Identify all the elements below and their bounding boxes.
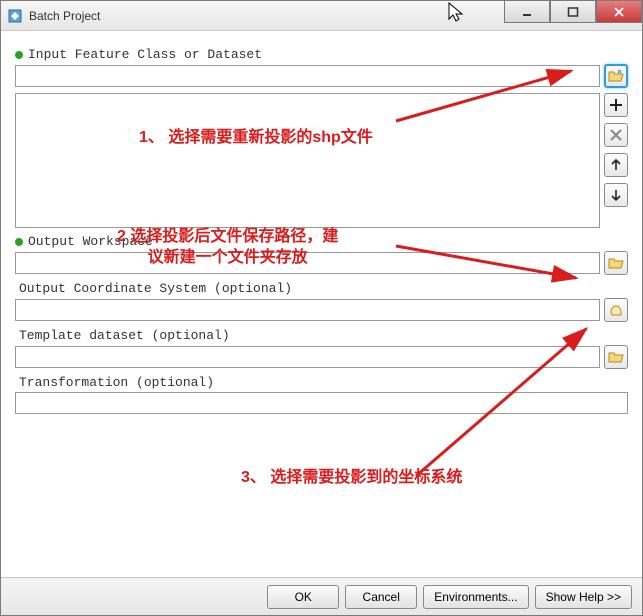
cancel-button[interactable]: Cancel <box>345 585 417 609</box>
out-crs-field[interactable] <box>15 299 600 321</box>
arrow-down-icon <box>608 187 624 203</box>
transformation-label-row: Transformation (optional) <box>19 375 628 390</box>
show-help-button[interactable]: Show Help >> <box>535 585 632 609</box>
transformation-label: Transformation (optional) <box>19 375 214 390</box>
output-ws-label-row: Output Workspace <box>15 234 628 249</box>
move-down-button[interactable] <box>604 183 628 207</box>
folder-open-icon <box>608 68 624 84</box>
browse-output-ws-button[interactable] <box>604 251 628 275</box>
input-label-row: Input Feature Class or Dataset <box>15 47 628 62</box>
input-label: Input Feature Class or Dataset <box>28 47 262 62</box>
input-path-field[interactable] <box>15 65 600 87</box>
minimize-button[interactable] <box>504 1 550 23</box>
move-up-button[interactable] <box>604 153 628 177</box>
out-crs-label-row: Output Coordinate System (optional) <box>19 281 628 296</box>
out-crs-label: Output Coordinate System (optional) <box>19 281 292 296</box>
arrow-up-icon <box>608 157 624 173</box>
annotation-3: 3、 选择需要投影到的坐标系统 <box>241 467 462 489</box>
close-button[interactable] <box>596 1 642 23</box>
output-ws-field[interactable] <box>15 252 600 274</box>
window-title: Batch Project <box>29 9 100 23</box>
browse-template-button[interactable] <box>604 345 628 369</box>
titlebar: Batch Project <box>1 1 642 31</box>
dialog-content: Input Feature Class or Dataset <box>1 31 642 577</box>
ok-button[interactable]: OK <box>267 585 339 609</box>
browse-input-button[interactable] <box>604 64 628 88</box>
environments-button[interactable]: Environments... <box>423 585 528 609</box>
app-icon <box>7 8 23 24</box>
cross-icon <box>608 127 624 143</box>
button-bar: OK Cancel Environments... Show Help >> <box>1 577 642 615</box>
add-item-button[interactable] <box>604 93 628 117</box>
transformation-field[interactable] <box>15 392 628 414</box>
maximize-button[interactable] <box>550 1 596 23</box>
required-indicator <box>15 238 23 246</box>
remove-item-button[interactable] <box>604 123 628 147</box>
hand-pick-icon <box>608 302 624 318</box>
input-list[interactable] <box>15 93 600 228</box>
out-crs-picker-button[interactable] <box>604 298 628 322</box>
folder-open-icon <box>608 255 624 271</box>
required-indicator <box>15 51 23 59</box>
template-field[interactable] <box>15 346 600 368</box>
template-label: Template dataset (optional) <box>19 328 230 343</box>
template-label-row: Template dataset (optional) <box>19 328 628 343</box>
folder-open-icon <box>608 349 624 365</box>
plus-icon <box>608 97 624 113</box>
output-ws-label: Output Workspace <box>28 234 153 249</box>
